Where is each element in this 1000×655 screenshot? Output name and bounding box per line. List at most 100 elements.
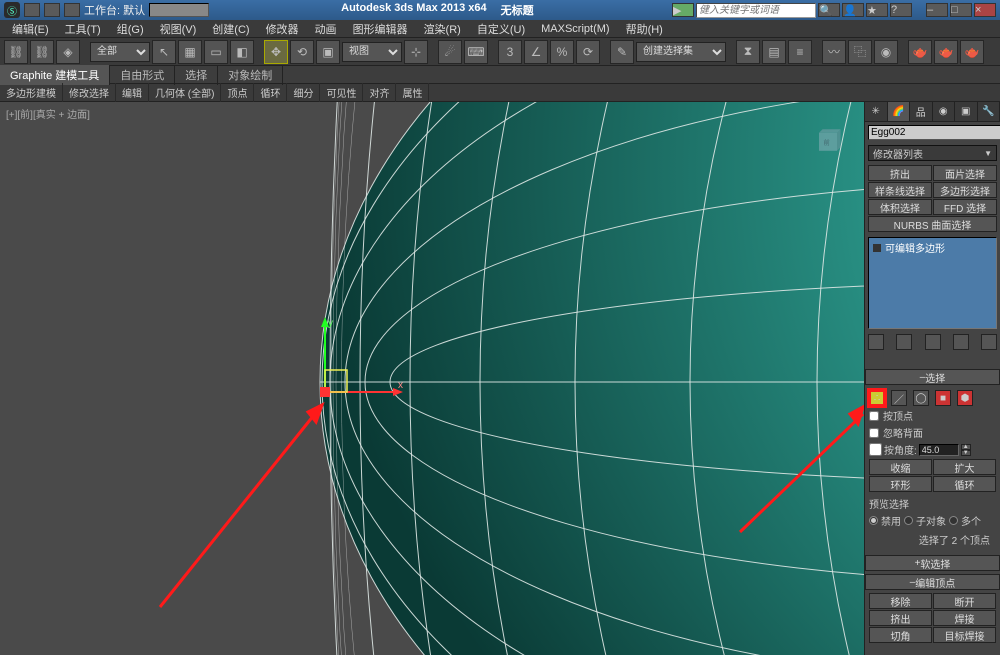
layer-icon[interactable]: ≡: [788, 40, 812, 64]
rib2-polymodel[interactable]: 多边形建模: [0, 83, 63, 102]
remove-mod-icon[interactable]: [953, 334, 969, 350]
menu-edit[interactable]: 编辑(E): [4, 19, 57, 39]
stack-item-epoly[interactable]: 可编辑多边形: [869, 238, 996, 257]
curve-editor-icon[interactable]: 〰: [822, 40, 846, 64]
rotate-icon[interactable]: ⟲: [290, 40, 314, 64]
render-setup-icon[interactable]: 🫖: [908, 40, 932, 64]
select-window-icon[interactable]: ◧: [230, 40, 254, 64]
rib2-subdiv[interactable]: 细分: [287, 83, 320, 102]
spin-down-icon[interactable]: ▼: [961, 450, 971, 456]
btn-target[interactable]: 目标焊接: [933, 627, 996, 643]
selection-filter[interactable]: 全部: [90, 42, 150, 62]
render-icon[interactable]: 🫖: [960, 40, 984, 64]
show-end-icon[interactable]: [896, 334, 912, 350]
snap-icon[interactable]: 3: [498, 40, 522, 64]
signin-icon[interactable]: 👤: [842, 3, 864, 17]
chk-byangle[interactable]: [869, 443, 882, 456]
keymode-icon[interactable]: ⌨: [464, 40, 488, 64]
btn-ring[interactable]: 环形: [869, 476, 932, 492]
subobj-edge[interactable]: ／: [891, 390, 907, 406]
subobj-element[interactable]: ⬢: [957, 390, 973, 406]
undo-button[interactable]: [24, 3, 40, 17]
cp-tab-create[interactable]: ✳: [865, 102, 888, 121]
named-sel-set[interactable]: 创建选择集: [636, 42, 726, 62]
modifier-stack[interactable]: 可编辑多边形: [868, 237, 997, 329]
btn-chamfer[interactable]: 切角: [869, 627, 932, 643]
keyword-search[interactable]: [696, 3, 816, 18]
rollout-softsel[interactable]: + 软选择: [865, 555, 1000, 571]
viewport[interactable]: [+][前][真实 + 边面]: [0, 102, 864, 655]
mirror-icon[interactable]: ⧗: [736, 40, 760, 64]
bind-icon[interactable]: ◈: [56, 40, 80, 64]
menu-view[interactable]: 视图(V): [152, 19, 205, 39]
menu-render[interactable]: 渲染(R): [416, 19, 469, 39]
workspace-select[interactable]: [149, 3, 209, 17]
rib2-vis[interactable]: 可见性: [320, 83, 363, 102]
align-icon[interactable]: ▤: [762, 40, 786, 64]
rib2-attr[interactable]: 属性: [396, 83, 429, 102]
ref-coord[interactable]: 视图: [342, 42, 402, 62]
search-icon[interactable]: 🔍: [818, 3, 840, 17]
menu-create[interactable]: 创建(C): [204, 19, 257, 39]
unique-icon[interactable]: [925, 334, 941, 350]
spinner-snap-icon[interactable]: ⟳: [576, 40, 600, 64]
mod-volsel[interactable]: 体积选择: [868, 199, 932, 215]
btn-loop[interactable]: 循环: [933, 476, 996, 492]
btn-remove[interactable]: 移除: [869, 593, 932, 609]
ribbon-tab-freeform[interactable]: 自由形式: [110, 65, 175, 85]
chk-byvertex[interactable]: [869, 411, 879, 421]
viewcube[interactable]: 前: [810, 122, 846, 158]
menu-group[interactable]: 组(G): [109, 19, 152, 39]
btn-extrude2[interactable]: 挤出: [869, 610, 932, 626]
btn-shrink[interactable]: 收缩: [869, 459, 932, 475]
menu-customize[interactable]: 自定义(U): [469, 19, 533, 39]
mod-polysel[interactable]: 多边形选择: [933, 182, 997, 198]
menu-tools[interactable]: 工具(T): [57, 19, 109, 39]
mod-facesel[interactable]: 面片选择: [933, 165, 997, 181]
manip-icon[interactable]: ☄: [438, 40, 462, 64]
menu-modifiers[interactable]: 修改器: [258, 19, 307, 39]
mod-nurbssel[interactable]: NURBS 曲面选择: [868, 216, 997, 232]
rib2-vertex[interactable]: 顶点: [221, 83, 254, 102]
subobj-polygon[interactable]: ■: [935, 390, 951, 406]
menu-maxscript[interactable]: MAXScript(M): [533, 21, 617, 37]
btn-weld[interactable]: 焊接: [933, 610, 996, 626]
chk-ignoreback[interactable]: [869, 428, 879, 438]
app-icon[interactable]: Ⓢ: [4, 2, 20, 18]
rib2-edit[interactable]: 编辑: [116, 83, 149, 102]
btn-break[interactable]: 断开: [933, 593, 996, 609]
favorite-icon[interactable]: ★: [866, 3, 888, 17]
link-icon[interactable]: ⛓: [4, 40, 28, 64]
menu-animation[interactable]: 动画: [307, 19, 345, 39]
expand-icon[interactable]: [873, 244, 881, 252]
cp-tab-display[interactable]: ▣: [955, 102, 978, 121]
select-rect-icon[interactable]: ▭: [204, 40, 228, 64]
play-icon[interactable]: ▶: [672, 3, 694, 17]
rib2-loop[interactable]: 循环: [254, 83, 287, 102]
mod-extrude[interactable]: 挤出: [868, 165, 932, 181]
menu-help[interactable]: 帮助(H): [618, 19, 671, 39]
material-editor-icon[interactable]: ◉: [874, 40, 898, 64]
help-icon[interactable]: ?: [890, 3, 912, 17]
unlink-icon[interactable]: ⛓: [30, 40, 54, 64]
radio-subobj[interactable]: [904, 516, 913, 525]
rollout-selection[interactable]: – 选择: [865, 369, 1000, 385]
rollout-editvertex[interactable]: – 编辑顶点: [865, 574, 1000, 590]
cp-tab-modify[interactable]: 🌈: [888, 102, 911, 121]
rib2-modsel[interactable]: 修改选择: [63, 83, 116, 102]
link-button[interactable]: [64, 3, 80, 17]
config-stack-icon[interactable]: [981, 334, 997, 350]
maximize-button[interactable]: □: [950, 3, 972, 17]
ribbon-tab-objpaint[interactable]: 对象绘制: [218, 65, 283, 85]
percent-snap-icon[interactable]: %: [550, 40, 574, 64]
rib2-align[interactable]: 对齐: [363, 83, 396, 102]
close-button[interactable]: ×: [974, 3, 996, 17]
select-icon[interactable]: ↖: [152, 40, 176, 64]
minimize-button[interactable]: –: [926, 3, 948, 17]
schematic-icon[interactable]: ⿻: [848, 40, 872, 64]
ribbon-tab-select[interactable]: 选择: [175, 65, 218, 85]
btn-grow[interactable]: 扩大: [933, 459, 996, 475]
object-name-field[interactable]: [868, 125, 1000, 140]
subobj-vertex[interactable]: ∴: [869, 390, 885, 406]
angle-spinner[interactable]: [919, 444, 959, 456]
